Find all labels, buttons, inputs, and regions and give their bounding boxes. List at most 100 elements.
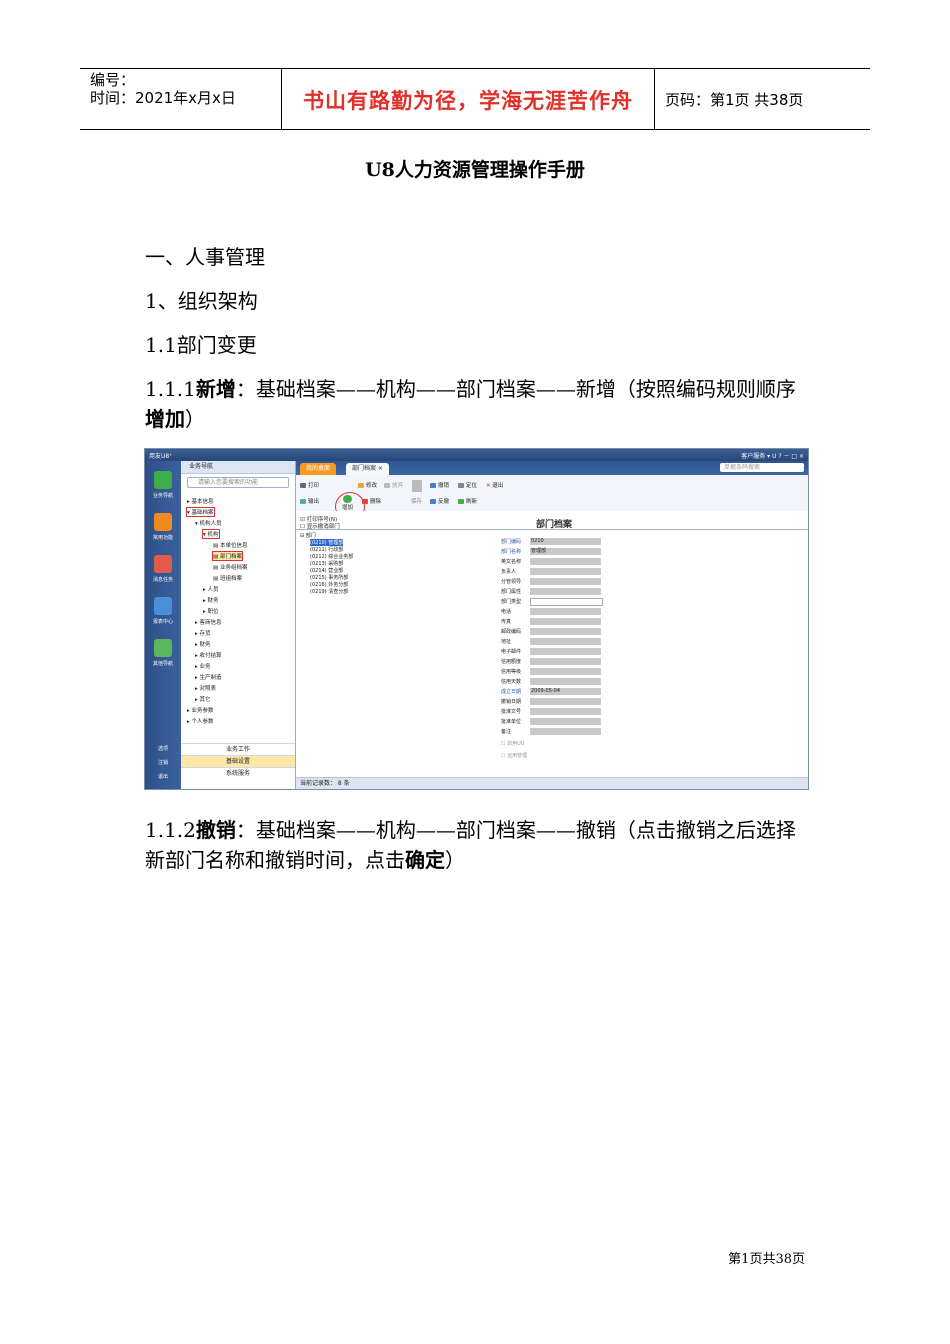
edit-button[interactable]: 修改: [358, 481, 377, 489]
print-button[interactable]: 打印: [300, 481, 319, 489]
close-icon: ✕: [486, 483, 491, 489]
para-keyword: 新增: [195, 377, 236, 401]
locate-icon: [458, 483, 464, 488]
tree-item[interactable]: ▸ 财务: [195, 640, 211, 648]
field-name[interactable]: 管理部: [530, 548, 601, 555]
tree-item[interactable]: ▤ 班组档案: [213, 574, 242, 582]
heading-2: 1、组织架构: [145, 289, 258, 313]
field-input[interactable]: [530, 558, 601, 565]
favorite-icon[interactable]: [154, 513, 172, 531]
field-input[interactable]: [530, 698, 601, 705]
tree-item[interactable]: ▸ 存货: [195, 629, 211, 637]
export-button[interactable]: 输出: [300, 497, 319, 505]
delete-button[interactable]: 删除: [362, 497, 381, 505]
field-code[interactable]: 0210: [530, 538, 601, 545]
dept-tree-item[interactable]: (0214) 营业部: [310, 567, 343, 574]
footer-business-work[interactable]: 业务工作: [181, 743, 295, 755]
field-input[interactable]: [530, 668, 601, 675]
field-input[interactable]: [530, 708, 601, 715]
dept-tree-item[interactable]: (0211) 行政部: [310, 546, 343, 553]
field-input[interactable]: [530, 728, 601, 735]
dept-tree-item[interactable]: (0213) 采购部: [310, 560, 343, 567]
field-input[interactable]: [530, 588, 601, 595]
field-input[interactable]: [530, 608, 601, 615]
field-input[interactable]: [530, 678, 601, 685]
manage-checkbox[interactable]: ☐ 运用管理: [501, 752, 527, 759]
tree-item-basic-archive[interactable]: ▾ 基础档案: [186, 507, 215, 517]
field-input[interactable]: [530, 718, 601, 725]
field-input[interactable]: [530, 568, 601, 575]
dept-tree-root[interactable]: ⊟ 部门: [300, 532, 316, 539]
field-input[interactable]: [530, 648, 601, 655]
field-label: 传真: [501, 619, 512, 625]
field-label: 部门类型: [501, 599, 522, 605]
save-icon: [412, 480, 422, 492]
tab-dept-archive[interactable]: 部门档案 ×: [346, 463, 389, 475]
tree-item[interactable]: ▾ 机构人员: [195, 519, 222, 527]
para-keyword: 增加: [145, 407, 185, 431]
app-titlebar: 用友U8⁺ 客户服务 ▾ U ? － □ ×: [145, 449, 808, 461]
tree-item[interactable]: ▸ 生产制造: [195, 673, 222, 681]
dept-tree-item[interactable]: (0215) 事务所部: [310, 574, 348, 581]
locate-button[interactable]: 定位: [458, 481, 477, 489]
field-input[interactable]: [530, 578, 601, 585]
tree-item[interactable]: ▸ 业务: [195, 662, 211, 670]
field-input[interactable]: [530, 638, 601, 645]
window-controls[interactable]: 客户服务 ▾ U ? － □ ×: [741, 451, 804, 460]
tree-item-org[interactable]: ▾ 机构: [202, 529, 220, 539]
refresh-button[interactable]: 刷新: [458, 497, 477, 505]
message-icon[interactable]: [154, 555, 172, 573]
tab-desktop[interactable]: 我的桌面: [300, 463, 337, 475]
dept-tree-item[interactable]: (0212) 综合业务部: [310, 553, 353, 560]
logout-link[interactable]: 注销: [147, 759, 179, 766]
business-nav-icon[interactable]: [154, 471, 172, 489]
tab-strip: 我的桌面 部门档案 × 单据条码搜索: [296, 461, 808, 475]
dept-type-select[interactable]: [530, 598, 603, 606]
field-input[interactable]: [530, 658, 601, 665]
app-title: 用友U8⁺: [149, 453, 173, 460]
report-icon[interactable]: [154, 597, 172, 615]
tree-item[interactable]: ▸ 对照表: [195, 684, 216, 692]
paragraph-revoke: 1.1.2撤销：基础档案——机构——部门档案——撤销（点击撤销之后选择新部门名称…: [145, 815, 815, 875]
para-num: 1.1.2: [145, 818, 196, 842]
tree-item[interactable]: ▸ 职位: [203, 607, 219, 615]
tree-item[interactable]: ▸ 财务: [203, 596, 219, 604]
footer-basic-setup[interactable]: 基础设置: [181, 755, 295, 767]
tree-item[interactable]: ▸ 其它: [195, 695, 211, 703]
tree-search-input[interactable]: 请输入您要搜索的功能: [187, 477, 289, 488]
para-num: 1.1.1: [145, 377, 196, 401]
field-label: 备注: [501, 729, 512, 735]
exit-button[interactable]: ✕ 退出: [486, 481, 503, 489]
bill-search-input[interactable]: 单据条码搜索: [720, 463, 804, 472]
para-keyword: 撤销: [195, 818, 236, 842]
dept-tree-item[interactable]: (0210) 管理部: [310, 539, 344, 546]
discard-button[interactable]: 放弃: [384, 481, 403, 489]
tree-item[interactable]: ▸ 收付结算: [195, 651, 222, 659]
tree-item[interactable]: ▸ 客商信息: [195, 618, 222, 626]
other-nav-icon[interactable]: [154, 639, 172, 657]
footer-system-service[interactable]: 系统服务: [181, 767, 295, 779]
refresh-icon: [458, 499, 464, 504]
tree-item[interactable]: ▸ 业务参数: [187, 706, 214, 714]
left-nav-bar: 业务导航 常用功能 消息任务 报表中心 其他导航 选项 注销 退出: [145, 461, 181, 789]
tree-item[interactable]: ▸ 个人参数: [187, 717, 214, 725]
dept-tree-item[interactable]: (0216) 外务分部: [310, 581, 348, 588]
tree-item-dept-archive[interactable]: ▤ 部门档案: [212, 551, 243, 561]
options-link[interactable]: 选项: [147, 745, 179, 752]
dept-tree-item[interactable]: (0219) 清查分部: [310, 588, 348, 595]
discard-icon: [384, 483, 390, 488]
field-input[interactable]: [530, 628, 601, 635]
revoke-button[interactable]: 撤销: [430, 481, 449, 489]
tree-item[interactable]: ▤ 本单位信息: [213, 541, 247, 549]
field-founded-date[interactable]: 2009-05-04: [530, 688, 601, 695]
tree-item[interactable]: ▸ 基本信息: [187, 497, 214, 505]
save-button[interactable]: 保存: [411, 497, 422, 505]
exit-link[interactable]: 退出: [147, 773, 179, 780]
tree-item[interactable]: ▤ 业务组档案: [213, 563, 247, 571]
unrevoke-button[interactable]: 反撤: [430, 497, 449, 505]
header-page-info: 页码：第1页 共38页: [665, 91, 804, 109]
tree-item[interactable]: ▸ 人员: [203, 585, 219, 593]
enable-uu-checkbox[interactable]: ☐ 启用UU: [501, 740, 524, 747]
field-label: 批准文号: [501, 709, 522, 715]
field-input[interactable]: [530, 618, 601, 625]
